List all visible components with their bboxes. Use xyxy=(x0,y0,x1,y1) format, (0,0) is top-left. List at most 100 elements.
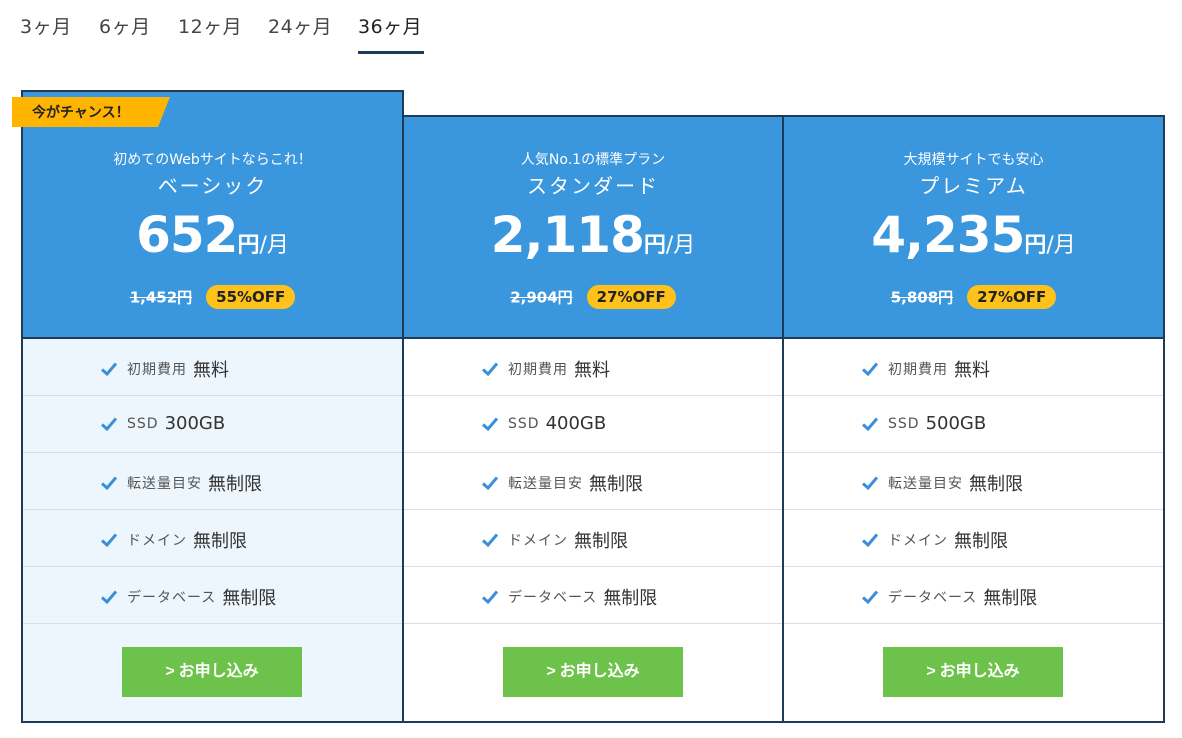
feature-label: ドメイン xyxy=(508,533,568,549)
apply-button-label: お申し込み xyxy=(559,663,640,680)
feature-value: 無料 xyxy=(193,360,229,381)
price-amount: 2,118 xyxy=(490,206,645,264)
chevron-right-icon: > xyxy=(165,663,175,680)
feature-value: 400GB xyxy=(545,413,607,434)
feature-value: 無制限 xyxy=(954,531,1008,552)
feature-row: 転送量目安 無制限 xyxy=(404,453,782,510)
feature-label: 転送量目安 xyxy=(888,476,963,492)
discount-badge: 55%OFF xyxy=(206,285,296,309)
apply-button-basic[interactable]: > お申し込み xyxy=(122,647,302,697)
feature-value: 無制限 xyxy=(603,588,658,609)
discount-badge: 27%OFF xyxy=(586,285,676,309)
feature-value: 無制限 xyxy=(983,588,1038,609)
plan-tagline: 人気No.1の標準プラン xyxy=(520,152,666,168)
price-period: /月 xyxy=(259,233,289,258)
feature-value: 無制限 xyxy=(589,474,643,495)
plan-card-premium: 大規模サイトでも安心 プレミアム 4,235円/月 5,808円 27%OFF 初… xyxy=(782,115,1165,723)
feature-label: データベース xyxy=(508,590,598,606)
price-currency: 円 xyxy=(237,233,260,258)
feature-value: 無制限 xyxy=(222,588,277,609)
plan-name: ベーシック xyxy=(157,174,268,198)
feature-row: データベース 無制限 xyxy=(784,567,1163,624)
plan-tagline: 初めてのWebサイトならこれ！ xyxy=(113,152,312,168)
plan-header: 人気No.1の標準プラン スタンダード 2,118円/月 2,904円 27%OF… xyxy=(404,117,782,339)
promo-ribbon: 今がチャンス！ xyxy=(12,97,170,127)
check-icon xyxy=(862,362,878,376)
price-amount: 652 xyxy=(136,206,238,264)
plan-header: 初めてのWebサイトならこれ！ ベーシック 652円/月 1,452円 55%OF… xyxy=(23,92,402,339)
term-tabs: 3ヶ月 6ヶ月 12ヶ月 24ヶ月 36ヶ月 xyxy=(0,0,600,56)
feature-label: SSD xyxy=(127,415,159,432)
plan-card-basic: 初めてのWebサイトならこれ！ ベーシック 652円/月 1,452円 55%OF… xyxy=(21,90,404,723)
price-amount: 4,235 xyxy=(871,206,1025,264)
tab-3-months[interactable]: 3ヶ月 xyxy=(20,12,72,39)
feature-value: 無料 xyxy=(954,360,990,381)
feature-label: SSD xyxy=(508,415,540,432)
feature-label: データベース xyxy=(888,590,978,606)
discount-row: 5,808円 27%OFF xyxy=(784,285,1163,309)
discount-row: 2,904円 27%OFF xyxy=(404,285,782,309)
original-price: 1,452円 xyxy=(129,288,193,307)
feature-label: データベース xyxy=(127,590,217,606)
feature-row: 転送量目安 無制限 xyxy=(23,453,402,510)
feature-value: 無制限 xyxy=(574,531,628,552)
check-icon xyxy=(862,590,878,604)
feature-row: SSD 300GB xyxy=(23,396,402,453)
feature-row: 初期費用 無料 xyxy=(784,339,1163,396)
feature-label: SSD xyxy=(888,415,920,432)
check-icon xyxy=(482,417,498,431)
feature-label: 初期費用 xyxy=(127,362,187,378)
apply-button-label: お申し込み xyxy=(939,663,1020,680)
feature-row: ドメイン 無制限 xyxy=(784,510,1163,567)
price-currency: 円 xyxy=(1024,233,1047,258)
apply-button-standard[interactable]: > お申し込み xyxy=(503,647,683,697)
feature-label: 転送量目安 xyxy=(508,476,583,492)
feature-value: 無制限 xyxy=(969,474,1023,495)
check-icon xyxy=(482,362,498,376)
check-icon xyxy=(101,417,117,431)
discount-row: 1,452円 55%OFF xyxy=(23,285,402,309)
feature-row: ドメイン 無制限 xyxy=(23,510,402,567)
tab-36-months[interactable]: 36ヶ月 xyxy=(358,12,422,39)
check-icon xyxy=(862,476,878,490)
discount-badge: 27%OFF xyxy=(967,285,1057,309)
feature-label: ドメイン xyxy=(127,533,187,549)
apply-button-premium[interactable]: > お申し込み xyxy=(883,647,1063,697)
check-icon xyxy=(862,533,878,547)
price-period: /月 xyxy=(1046,233,1076,258)
check-icon xyxy=(482,590,498,604)
active-tab-indicator xyxy=(358,51,424,54)
check-icon xyxy=(862,417,878,431)
tab-6-months[interactable]: 6ヶ月 xyxy=(99,12,151,39)
feature-value: 500GB xyxy=(925,413,987,434)
feature-value: 300GB xyxy=(164,413,226,434)
tab-24-months[interactable]: 24ヶ月 xyxy=(268,12,332,39)
check-icon xyxy=(482,476,498,490)
tab-12-months[interactable]: 12ヶ月 xyxy=(178,12,242,39)
feature-row: 転送量目安 無制限 xyxy=(784,453,1163,510)
check-icon xyxy=(101,362,117,376)
check-icon xyxy=(101,590,117,604)
check-icon xyxy=(101,476,117,490)
feature-row: 初期費用 無料 xyxy=(23,339,402,396)
feature-row: データベース 無制限 xyxy=(404,567,782,624)
feature-value: 無料 xyxy=(574,360,610,381)
price-currency: 円 xyxy=(643,233,666,258)
plan-name: スタンダード xyxy=(527,174,659,198)
original-price: 2,904円 xyxy=(510,288,573,307)
feature-row: 初期費用 無料 xyxy=(404,339,782,396)
check-icon xyxy=(101,533,117,547)
plan-price: 2,118円/月 xyxy=(404,206,782,264)
feature-row: SSD 400GB xyxy=(404,396,782,453)
check-icon xyxy=(482,533,498,547)
price-period: /月 xyxy=(665,233,696,258)
chevron-right-icon: > xyxy=(546,663,556,680)
plan-price: 4,235円/月 xyxy=(784,206,1163,264)
chevron-right-icon: > xyxy=(926,663,936,680)
feature-row: SSD 500GB xyxy=(784,396,1163,453)
feature-value: 無制限 xyxy=(193,531,247,552)
plan-name: プレミアム xyxy=(919,174,1028,198)
plan-tagline: 大規模サイトでも安心 xyxy=(903,152,1044,168)
feature-label: 初期費用 xyxy=(888,362,948,378)
feature-label: 転送量目安 xyxy=(127,476,202,492)
